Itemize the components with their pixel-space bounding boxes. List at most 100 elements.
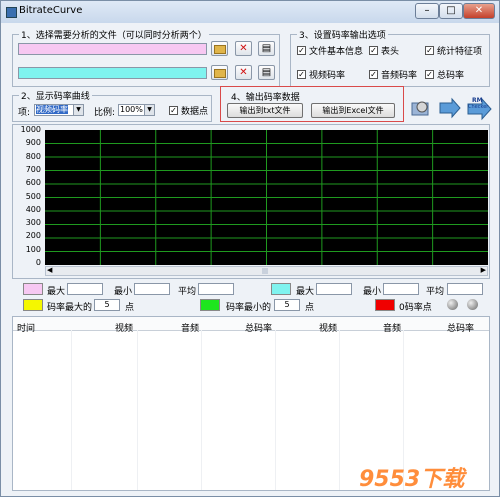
app-window: BitrateCurve – □ ✕ 1、选择需要分析的文件（可以同时分析两个）… [0,0,500,497]
file2-clear-button[interactable]: ✕ [235,65,252,80]
chevron-down-icon: ▼ [144,105,154,115]
output-options-group-label: 3、设置码率输出选项 [297,28,388,41]
file1-path-input[interactable] [18,43,207,55]
file1-color-swatch [23,283,43,295]
ratio-label: 比例: [94,108,116,118]
item-select[interactable]: 视频码率 ▼ [34,104,84,116]
option-checkbox-2[interactable]: ✓ 统计特征项 [425,44,482,57]
y-tick-label: 900 [25,138,41,148]
option-checkbox-5[interactable]: ✓ 总码率 [425,68,464,81]
close-icon: ✕ [474,5,484,16]
info-icon: ▤ [261,43,272,54]
indicator-dot-2[interactable] [467,299,478,310]
file2-info-button[interactable]: ▤ [258,65,275,80]
file1-avg-label: 平均 [178,287,197,297]
convert-tool-icon[interactable] [438,97,462,119]
minimize-button[interactable]: – [415,3,439,19]
y-tick-label: 1000 [20,125,41,134]
title-bar: BitrateCurve – □ ✕ [1,1,499,23]
file1-open-button[interactable] [211,41,228,56]
file2-min-label: 最小 [363,287,382,297]
file2-path-input[interactable] [18,67,207,79]
file1-max-value [67,283,103,295]
settings-tool-icon[interactable] [409,97,433,119]
option-checkbox-4[interactable]: ✓ 音频码率 [369,68,417,81]
rm-label: RM [472,97,483,104]
file2-min-value [383,283,419,295]
file1-min-value [134,283,170,295]
display-curve-group-label: 2、显示码率曲线 [19,89,92,102]
column-header-video-2[interactable]: 视频 [319,321,337,334]
ratio-select[interactable]: 100% ▼ [118,104,155,116]
y-tick-label: 100 [25,244,41,254]
item-select-value: 视频码率 [36,105,68,114]
min-points-input[interactable]: 5 [274,299,300,311]
item-label: 项: [18,108,31,118]
option-checkbox-3[interactable]: ✓ 视频码率 [297,68,345,81]
file2-open-button[interactable] [211,65,228,80]
ratio-select-value: 100% [120,105,143,114]
data-points-label: 数据点 [181,107,209,117]
option-checkbox-label: 总码率 [437,71,465,81]
window-title: BitrateCurve [19,5,83,16]
file2-max-label: 最大 [296,287,315,297]
rm-checker-icon[interactable]: RM Checker [466,96,494,122]
scroll-left-icon: ◀ [47,266,53,274]
y-tick-label: 600 [25,178,41,188]
y-tick-label: 700 [25,164,41,174]
folder-open-icon [213,45,226,54]
file2-color-swatch [271,283,291,295]
bitrate-chart [45,130,488,265]
y-tick-label: 800 [25,151,41,161]
y-tick-label: 0 [35,258,41,267]
watermark: 9553下载 [359,467,465,492]
file-select-group-label: 1、选择需要分析的文件（可以同时分析两个） [19,28,209,41]
maximize-button[interactable]: □ [439,3,463,19]
file1-max-label: 最大 [47,287,66,297]
y-tick-label: 500 [25,191,41,201]
close-button[interactable]: ✕ [463,3,495,19]
column-header-time[interactable]: 时间 [17,321,35,334]
option-checkbox-box: ✓ [369,70,378,79]
column-header-audio-1[interactable]: 音频 [181,321,199,334]
maximize-icon: □ [446,5,456,16]
chart-scrollbar[interactable]: ◀ ▶ [45,266,488,276]
chevron-down-icon: ▼ [73,105,83,115]
scroll-thumb[interactable] [262,268,268,274]
file1-info-button[interactable]: ▤ [258,41,275,56]
file1-avg-value [198,283,234,295]
indicator-dot-1[interactable] [447,299,458,310]
option-checkbox-label: 表头 [381,47,400,57]
option-checkbox-1[interactable]: ✓ 表头 [369,44,399,57]
checker-label: Checker [468,104,489,110]
export-txt-button[interactable]: 输出到txt文件 [227,103,303,118]
max-points-swatch [23,299,43,311]
info-icon: ▤ [261,67,272,78]
column-header-total-2[interactable]: 总码率 [447,321,474,334]
option-checkbox-box: ✓ [425,46,434,55]
option-checkbox-label: 统计特征项 [437,47,483,57]
min-points-label: 码率最小的 [226,303,272,313]
column-header-video-1[interactable]: 视频 [115,321,133,334]
option-checkbox-box: ✓ [297,46,306,55]
delete-icon: ✕ [239,67,248,78]
column-header-total-1[interactable]: 总码率 [245,321,272,334]
option-checkbox-label: 视频码率 [309,71,346,81]
option-checkbox-0[interactable]: ✓ 文件基本信息 [297,44,363,57]
y-tick-label: 200 [25,231,41,241]
file1-clear-button[interactable]: ✕ [235,41,252,56]
file2-max-value [316,283,352,295]
y-tick-label: 400 [25,204,41,214]
scroll-right-icon: ▶ [480,266,486,274]
data-points-checkbox[interactable]: ✓ 数据点 [169,104,208,117]
export-excel-button[interactable]: 输出到Excel文件 [311,103,395,118]
export-group-label: 4、输出码率数据 [229,90,302,103]
option-checkbox-label: 音频码率 [381,71,418,81]
max-points-label: 码率最大的 [47,303,93,313]
column-header-audio-2[interactable]: 音频 [383,321,401,334]
zero-points-label: 0码率点 [399,303,432,313]
file1-min-label: 最小 [114,287,133,297]
max-points-input[interactable]: 5 [94,299,120,311]
option-checkbox-box: ✓ [425,70,434,79]
y-tick-label: 300 [25,218,41,228]
